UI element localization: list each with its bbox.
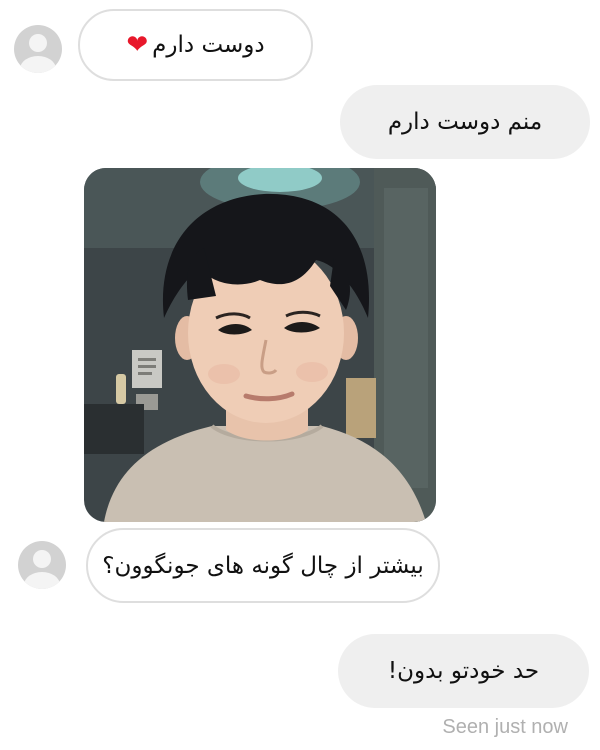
heart-emoji-icon: ❤ (126, 30, 149, 60)
shared-photo[interactable] (84, 168, 436, 522)
message-bubble-outgoing[interactable]: منم دوست دارم (340, 85, 590, 159)
message-bubble-outgoing[interactable]: حد خودتو بدون! (338, 634, 589, 708)
message-text: منم دوست دارم (387, 109, 543, 135)
avatar-head (29, 34, 47, 52)
message-text: دوست دارم (152, 32, 265, 58)
message-bubble-incoming[interactable]: بیشتر از چال گونه های جونگوون؟ (86, 528, 440, 603)
avatar-body (24, 572, 60, 589)
avatar-head (33, 550, 51, 568)
avatar[interactable] (14, 25, 62, 73)
message-text: حد خودتو بدون! (387, 658, 540, 684)
message-bubble-incoming[interactable]: دوست دارم ❤ (78, 9, 313, 81)
message-text: بیشتر از چال گونه های جونگوون؟ (102, 552, 424, 579)
avatar-body (20, 56, 56, 73)
seen-status: Seen just now (442, 716, 568, 738)
avatar[interactable] (18, 541, 66, 589)
photo-image (84, 168, 436, 522)
